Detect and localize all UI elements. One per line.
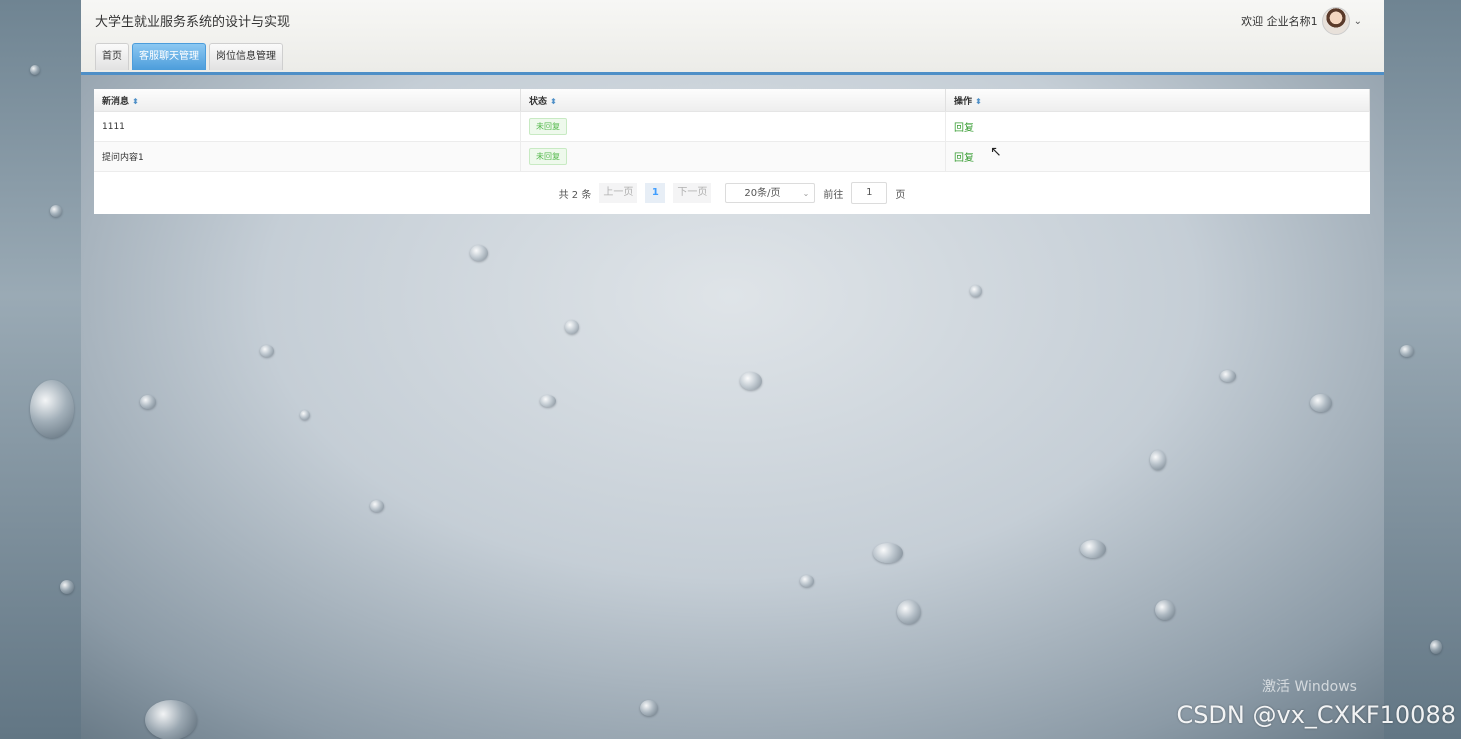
windows-activation-text: 激活 Windows	[1262, 679, 1357, 695]
message-cell: 1111	[94, 111, 521, 142]
chevron-down-icon: ⌄	[802, 189, 810, 198]
column-header-action[interactable]: 操作 ⬍	[945, 89, 1370, 112]
background-left-edge	[0, 0, 81, 739]
app-window: 大学生就业服务系统的设计与实现 欢迎 企业名称1 ⌄ 首页 客服聊天管理 岗位信…	[81, 0, 1384, 739]
goto-page-input[interactable]: 1	[851, 182, 888, 204]
tab-chat-management[interactable]: 客服聊天管理	[132, 43, 206, 70]
column-header-status[interactable]: 状态 ⬍	[520, 89, 946, 112]
csdn-watermark: CSDN @vx_CXKF10088	[1176, 701, 1456, 729]
total-count: 共 2 条	[558, 189, 592, 201]
tab-home[interactable]: 首页	[95, 43, 129, 70]
table-row: 提问内容1 未回复 回复	[94, 141, 1370, 172]
next-page-button[interactable]: 下一页	[673, 183, 712, 203]
nav-tabs: 首页 客服聊天管理 岗位信息管理	[95, 43, 283, 70]
sort-icon[interactable]: ⬍	[975, 97, 982, 106]
reply-link[interactable]: 回复	[954, 153, 974, 164]
table-row: 1111 未回复 回复	[94, 111, 1370, 142]
user-menu[interactable]: 欢迎 企业名称1 ⌄	[1241, 7, 1362, 35]
content-panel: 新消息 ⬍ 状态 ⬍ 操作 ⬍ 1111 未回复 回复 提问内容1 未回复 回复…	[94, 89, 1370, 214]
system-title: 大学生就业服务系统的设计与实现	[95, 15, 291, 30]
chevron-down-icon[interactable]: ⌄	[1354, 16, 1362, 27]
background-right-edge	[1384, 0, 1461, 739]
top-header: 大学生就业服务系统的设计与实现 欢迎 企业名称1 ⌄ 首页 客服聊天管理 岗位信…	[81, 0, 1384, 75]
status-badge: 未回复	[529, 148, 567, 165]
message-cell: 提问内容1	[94, 141, 521, 172]
status-badge: 未回复	[529, 118, 567, 135]
tab-job-management[interactable]: 岗位信息管理	[209, 43, 283, 70]
pagination: 共 2 条 上一页 1 下一页 20条/页 ⌄ 前往 1 页	[94, 182, 1370, 204]
page-number-button[interactable]: 1	[645, 183, 666, 203]
avatar[interactable]	[1321, 7, 1350, 35]
sort-icon[interactable]: ⬍	[132, 97, 139, 106]
sort-icon[interactable]: ⬍	[550, 97, 557, 106]
reply-link[interactable]: 回复	[954, 123, 974, 134]
page-size-select[interactable]: 20条/页 ⌄	[725, 183, 816, 203]
column-header-message[interactable]: 新消息 ⬍	[94, 89, 521, 112]
prev-page-button[interactable]: 上一页	[599, 183, 638, 203]
welcome-text: 欢迎 企业名称1	[1241, 15, 1318, 28]
goto-label: 前往	[823, 189, 844, 201]
mouse-cursor-icon: ↖	[990, 144, 1002, 160]
page-unit-label: 页	[895, 189, 906, 201]
message-table: 新消息 ⬍ 状态 ⬍ 操作 ⬍ 1111 未回复 回复 提问内容1 未回复 回复	[94, 89, 1370, 172]
